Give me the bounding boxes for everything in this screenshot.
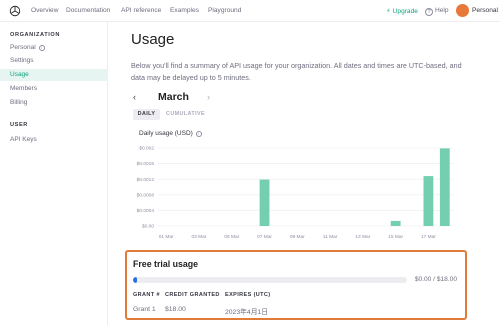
upgrade-label: Upgrade xyxy=(392,8,418,15)
x-tick-label: 17 Mar xyxy=(421,234,436,240)
sidebar-org-name[interactable]: Personal i xyxy=(10,44,45,51)
column-header-credit-granted: CREDIT GRANTED xyxy=(165,292,220,298)
free-trial-card: Free trial usage $0.00 / $18.00 GRANT # … xyxy=(125,250,467,320)
chart-title: Daily usage (USD) i xyxy=(139,130,202,137)
chevron-left-icon[interactable]: ‹ xyxy=(133,92,136,102)
x-tick-label: 15 Mar xyxy=(388,234,403,240)
y-tick-label: $0.0012 xyxy=(137,177,155,183)
y-tick-label: $0.00 xyxy=(142,224,154,230)
chevron-right-icon[interactable]: › xyxy=(207,92,210,102)
trial-progress-bar xyxy=(133,277,407,283)
sidebar-org-heading: ORGANIZATION xyxy=(10,32,60,38)
tab-daily[interactable]: DAILY xyxy=(133,109,160,120)
x-tick-label: 01 Mar xyxy=(159,234,174,240)
bar xyxy=(439,148,450,226)
bar xyxy=(390,220,401,226)
help-button[interactable]: ? Help xyxy=(425,7,449,16)
table-cell-credit: $18.00 xyxy=(165,306,186,313)
account-menu[interactable]: Personal xyxy=(472,7,498,14)
nav-api-reference[interactable]: API reference xyxy=(121,7,161,14)
sidebar-item-settings[interactable]: Settings xyxy=(10,57,34,64)
page-description: Below you'll find a summary of API usage… xyxy=(131,61,462,82)
x-tick-label: 05 Mar xyxy=(224,234,239,240)
month-label: March xyxy=(158,91,189,103)
chart-title-label: Daily usage (USD) xyxy=(139,130,193,137)
y-tick-label: $0.002 xyxy=(139,146,154,152)
sidebar-user-heading: USER xyxy=(10,122,28,128)
top-nav: Overview Documentation API reference Exa… xyxy=(0,0,500,22)
column-header-expires: EXPIRES (UTC) xyxy=(225,292,271,298)
free-trial-title: Free trial usage xyxy=(133,259,199,269)
bar xyxy=(423,176,434,226)
x-tick-label: 13 Mar xyxy=(355,234,370,240)
x-tick-label: 03 Mar xyxy=(192,234,207,240)
nav-examples[interactable]: Examples xyxy=(170,7,199,14)
page-title: Usage xyxy=(131,31,175,48)
table-cell-grant: Grant 1 xyxy=(133,306,156,313)
sidebar: ORGANIZATION Personal i Settings Usage Me… xyxy=(0,22,108,325)
column-header-grant: GRANT # xyxy=(133,292,160,298)
tab-cumulative[interactable]: CUMULATIVE xyxy=(163,109,208,120)
trial-progress-fill xyxy=(133,277,138,283)
openai-logo-icon[interactable] xyxy=(9,5,21,17)
sidebar-item-billing[interactable]: Billing xyxy=(10,99,27,106)
org-name-label: Personal xyxy=(10,44,36,51)
info-icon: i xyxy=(195,131,202,137)
sidebar-item-api-keys[interactable]: API Keys xyxy=(10,136,37,143)
help-icon: ? xyxy=(425,8,433,16)
x-tick-label: 07 Mar xyxy=(257,234,272,240)
y-tick-label: $0.0016 xyxy=(137,161,155,167)
y-tick-label: $0.0008 xyxy=(137,192,155,198)
upgrade-button[interactable]: ⚡ Upgrade xyxy=(386,7,418,15)
daily-usage-chart: $0.00 $0.0004 $0.0008 $0.0012 $0.0016 $0.002 0… xyxy=(137,146,453,240)
sidebar-item-usage[interactable]: Usage xyxy=(10,71,29,78)
sidebar-item-members[interactable]: Members xyxy=(10,85,37,92)
info-icon: i xyxy=(38,45,45,51)
nav-documentation[interactable]: Documentation xyxy=(66,7,110,14)
trial-amount: $0.00 / $18.00 xyxy=(414,276,457,283)
bar xyxy=(259,179,270,226)
x-tick-label: 11 Mar xyxy=(323,234,338,240)
nav-playground[interactable]: Playground xyxy=(208,7,241,14)
y-tick-label: $0.0004 xyxy=(137,208,155,214)
avatar[interactable] xyxy=(456,4,469,17)
x-tick-label: 09 Mar xyxy=(290,234,305,240)
nav-overview[interactable]: Overview xyxy=(31,7,58,14)
table-cell-expires: 2023年4月1日 xyxy=(225,309,269,316)
help-label: Help xyxy=(435,7,449,14)
bolt-icon: ⚡ xyxy=(386,8,391,15)
